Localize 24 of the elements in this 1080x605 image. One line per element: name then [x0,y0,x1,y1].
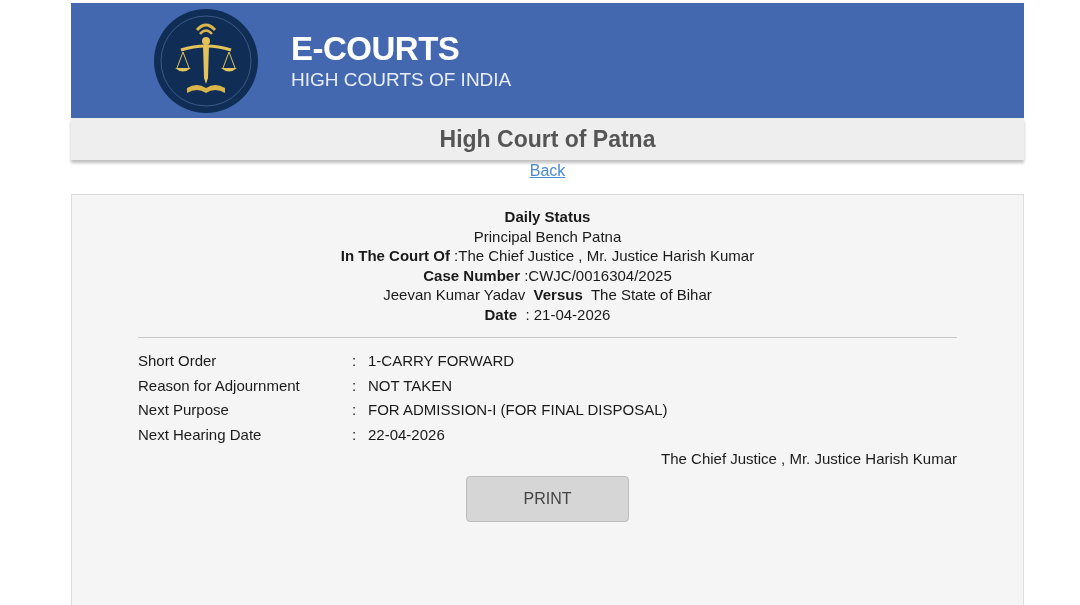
detail-label: Short Order [138,351,218,371]
print-button[interactable]: PRINT [466,476,629,522]
judge-signature: The Chief Justice , Mr. Justice Harish Kumar [661,449,957,470]
court-title: High Court of Patna [439,124,656,154]
status-line: Case Number :CWJC/0016304/2025 [423,265,672,285]
status-line: Principal Bench Patna [473,226,622,246]
detail-label: Next Purpose [138,400,230,420]
detail-label: Reason for Adjournment [138,375,301,396]
detail-label: Next Hearing Date [138,424,263,445]
detail-separator: : [352,424,358,445]
site-subtitle: HIGH COURTS OF INDIA [291,67,512,92]
detail-separator: : [352,375,358,396]
detail-separator: : [352,351,358,371]
status-line: In The Court Of :The Chief Justice , Mr. Justice Harish Kumar [340,246,755,266]
site-title: E-COURTS [291,29,461,68]
status-line: Jeevan Kumar Yadav Versus The State of Bihar [383,285,712,305]
status-heading: Daily Status [504,207,591,227]
detail-value: FOR ADMISSION-I (FOR FINAL DISPOSAL) [368,400,668,420]
detail-value: NOT TAKEN [368,375,453,396]
back-link[interactable]: Back [529,161,566,181]
detail-value: 22-04-2026 [368,424,445,445]
detail-separator: : [352,400,358,420]
status-line: Date : 21-04-2026 [484,304,611,324]
detail-value: 1-CARRY FORWARD [368,351,515,371]
